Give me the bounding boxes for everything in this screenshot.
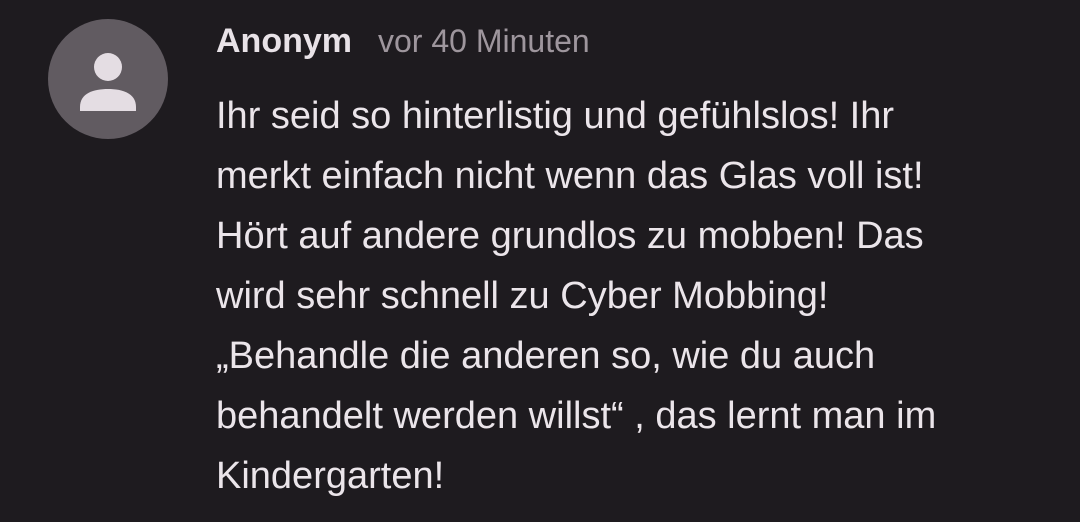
comment-header: Anonym vor 40 Minuten xyxy=(216,22,590,72)
avatar[interactable] xyxy=(48,19,168,139)
comment-line: merkt einfach nicht wenn das Glas voll i… xyxy=(216,155,924,197)
comment-line: Kindergarten! xyxy=(216,455,445,497)
comment-line: „Behandle die anderen so, wie du auch xyxy=(216,335,876,377)
comment-line: Hört auf andere grundlos zu mobben! Das xyxy=(216,215,924,257)
comment-line: behandelt werden willst“ , das lernt man… xyxy=(216,395,937,437)
author-name[interactable]: Anonym xyxy=(216,22,352,61)
comment-item: Anonym vor 40 Minuten Ihr seid so hinter… xyxy=(0,0,1080,522)
comment-line: wird sehr schnell zu Cyber Mobbing! xyxy=(216,275,829,317)
comment-timestamp: vor 40 Minuten xyxy=(378,23,590,59)
comment-line: Ihr seid so hinterlistig und gefühlslos!… xyxy=(216,95,895,137)
person-icon xyxy=(80,53,136,111)
comment-text: Ihr seid so hinterlistig und gefühlslos!… xyxy=(216,86,1056,506)
